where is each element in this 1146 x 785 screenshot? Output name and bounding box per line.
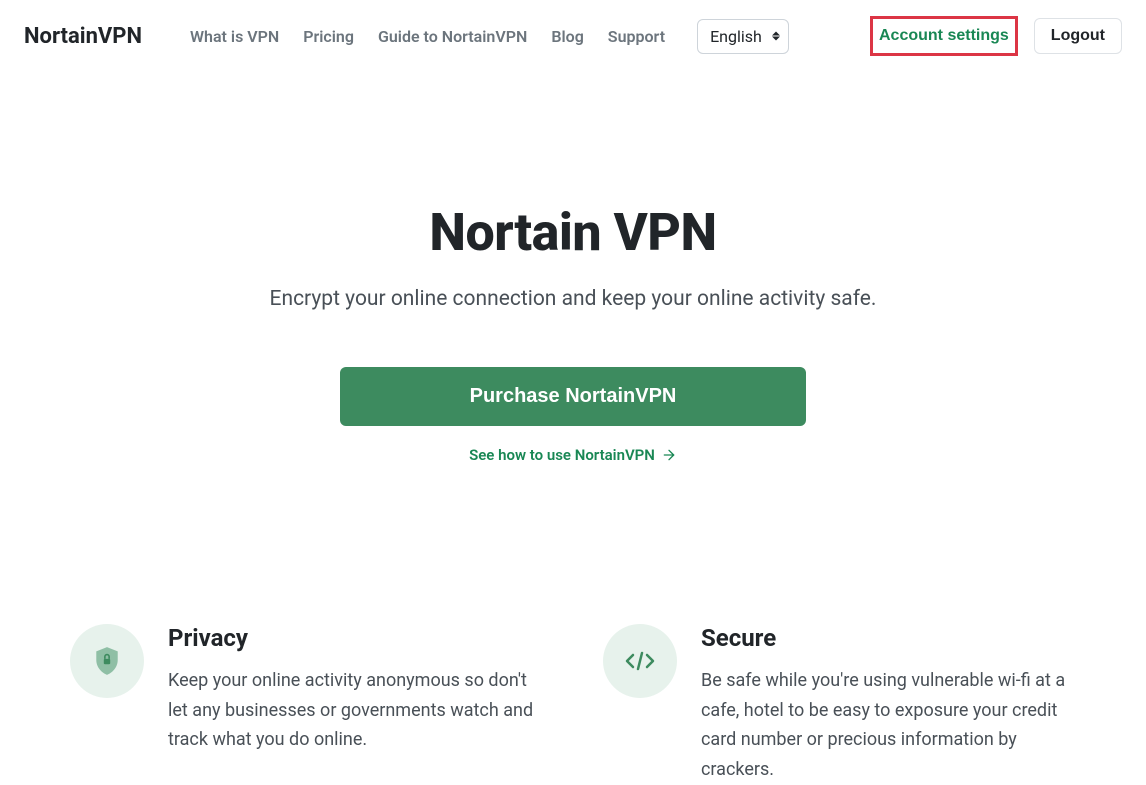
feature-secure: Secure Be safe while you're using vulner… xyxy=(603,624,1076,785)
purchase-button[interactable]: Purchase NortainVPN xyxy=(340,367,806,426)
feature-title-secure: Secure xyxy=(701,624,1076,652)
nav-link-blog[interactable]: Blog xyxy=(551,27,583,46)
nav-link-guide[interactable]: Guide to NortainVPN xyxy=(378,27,527,46)
nav-link-what-is-vpn[interactable]: What is VPN xyxy=(190,27,279,46)
sort-icon xyxy=(772,32,780,41)
howto-link[interactable]: See how to use NortainVPN xyxy=(469,446,677,464)
feature-desc-privacy: Keep your online activity anonymous so d… xyxy=(168,666,543,755)
language-selected-label: English xyxy=(710,27,762,46)
nav-links: What is VPN Pricing Guide to NortainVPN … xyxy=(190,19,789,54)
nav-link-pricing[interactable]: Pricing xyxy=(303,27,354,46)
feature-icon-wrap xyxy=(603,624,677,698)
hero-title: Nortain VPN xyxy=(20,202,1126,263)
code-icon xyxy=(623,649,657,673)
hero-section: Nortain VPN Encrypt your online connecti… xyxy=(0,72,1146,504)
brand-logo[interactable]: NortainVPN xyxy=(24,24,142,49)
shield-lock-icon xyxy=(94,646,120,676)
nav-link-support[interactable]: Support xyxy=(608,27,665,46)
language-selector[interactable]: English xyxy=(697,19,789,54)
arrow-right-icon xyxy=(661,447,677,463)
hero-subtitle: Encrypt your online connection and keep … xyxy=(20,287,1126,311)
feature-privacy: Privacy Keep your online activity anonym… xyxy=(70,624,543,785)
features-section: Privacy Keep your online activity anonym… xyxy=(0,504,1146,785)
logout-button[interactable]: Logout xyxy=(1034,18,1122,54)
feature-content: Secure Be safe while you're using vulner… xyxy=(701,624,1076,785)
navbar: NortainVPN What is VPN Pricing Guide to … xyxy=(0,0,1146,72)
feature-desc-secure: Be safe while you're using vulnerable wi… xyxy=(701,666,1076,785)
account-settings-button[interactable]: Account settings xyxy=(870,16,1018,56)
feature-icon-wrap xyxy=(70,624,144,698)
feature-content: Privacy Keep your online activity anonym… xyxy=(168,624,543,785)
feature-title-privacy: Privacy xyxy=(168,624,543,652)
howto-link-label: See how to use NortainVPN xyxy=(469,446,655,464)
